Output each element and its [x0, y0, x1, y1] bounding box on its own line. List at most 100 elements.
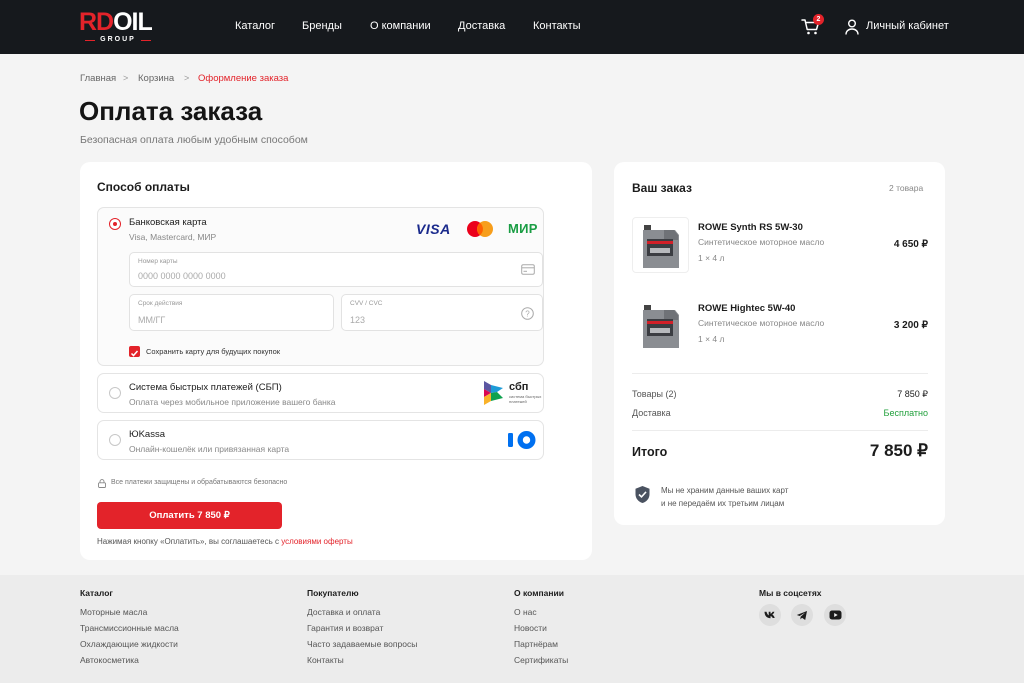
option-title: Банковская карта: [129, 217, 207, 228]
credit-card-icon: [521, 264, 535, 275]
option-title: ЮKassa: [129, 429, 166, 440]
visa-logo: VISA: [416, 221, 451, 237]
mir-logo: МИР: [508, 221, 538, 236]
footer-link[interactable]: Трансмиссионные масла: [80, 623, 179, 633]
logo-rd: RD: [79, 8, 114, 36]
save-card-checkbox[interactable]: [129, 346, 140, 357]
site-footer: Каталог Моторные масла Трансмиссионные м…: [0, 575, 1024, 683]
expiry-label: Срок действия: [138, 300, 183, 307]
payment-option-sbp[interactable]: Система быстрых платежей (СБП) Оплата че…: [97, 373, 544, 413]
footer-link[interactable]: Автокосметика: [80, 655, 139, 665]
sbp-mark-icon: [484, 381, 503, 405]
expiry-placeholder: ММ/ГГ: [138, 315, 166, 325]
breadcrumb-separator: >: [184, 73, 190, 83]
footer-link[interactable]: Новости: [514, 623, 547, 633]
footer-link[interactable]: Сертификаты: [514, 655, 568, 665]
site-header: RDOIL GROUP Каталог Бренды О компании До…: [0, 0, 1024, 54]
total-value: 7 850 ₽: [869, 441, 928, 460]
option-desc: Онлайн-кошелёк или привязанная карта: [129, 444, 290, 454]
footer-link[interactable]: Охлаждающие жидкости: [80, 639, 178, 649]
terms-link[interactable]: условиями оферты: [281, 537, 353, 546]
order-heading: Ваш заказ: [632, 181, 692, 195]
svg-text:?: ?: [525, 310, 530, 319]
radio-sbp[interactable]: [109, 387, 121, 399]
footer-link[interactable]: Доставка и оплата: [307, 607, 380, 617]
telegram-icon[interactable]: [791, 604, 813, 626]
nav-catalog[interactable]: Каталог: [235, 20, 275, 32]
expiry-field[interactable]: Срок действия ММ/ГГ: [129, 294, 334, 331]
user-icon[interactable]: [845, 19, 859, 35]
product-price: 3 200 ₽: [893, 320, 928, 331]
oil-canister-icon: [643, 225, 679, 268]
footer-link[interactable]: Моторные масла: [80, 607, 147, 617]
sbp-wordmark: сбп: [509, 381, 529, 393]
save-card-label: Сохранить карту для будущих покупок: [146, 347, 281, 356]
breadcrumb-checkout: Оформление заказа: [198, 73, 289, 84]
product-image: [632, 217, 689, 273]
page-title: Оплата заказа: [79, 96, 263, 126]
cvv-label: CVV / CVC: [350, 300, 383, 307]
security-note: Все платежи защищены и обрабатываются бе…: [111, 479, 288, 486]
product-desc: Синтетическое моторное масло: [698, 237, 825, 247]
footer-link[interactable]: Партнёрам: [514, 639, 558, 649]
goods-label: Товары (2): [632, 389, 677, 399]
nav-delivery[interactable]: Доставка: [458, 20, 505, 32]
rdoil-logo[interactable]: RDOIL GROUP: [79, 10, 159, 44]
payment-heading: Способ оплаты: [97, 180, 190, 194]
terms-prefix: Нажимая кнопку «Оплатить», вы соглашаете…: [97, 537, 279, 546]
nav-contacts[interactable]: Контакты: [533, 20, 581, 32]
divider: [632, 430, 928, 431]
order-item-count: 2 товара: [889, 183, 924, 193]
sbp-tagline: система быстрых платежей: [509, 394, 542, 404]
lock-icon: [98, 479, 106, 488]
logo-oil: OIL: [113, 8, 153, 36]
pay-button[interactable]: Оплатить 7 850 ₽: [97, 502, 282, 529]
footer-heading-company: О компании: [514, 588, 564, 598]
page-subtitle: Безопасная оплата любым удобным способом: [80, 134, 308, 146]
oil-canister-icon: [643, 305, 679, 348]
product-qty: 1 × 4 л: [698, 334, 725, 344]
divider: [632, 373, 928, 374]
option-desc: Оплата через мобильное приложение вашего…: [129, 397, 336, 407]
nav-about[interactable]: О компании: [370, 20, 431, 32]
payment-option-yookassa[interactable]: ЮKassa Онлайн-кошелёк или привязанная ка…: [97, 420, 544, 460]
option-desc: Visa, Mastercard, МИР: [129, 232, 217, 242]
youtube-icon[interactable]: [824, 604, 846, 626]
cvv-field[interactable]: CVV / CVC 123 ?: [341, 294, 543, 331]
footer-heading-buyer: Покупателю: [307, 588, 359, 598]
cart-count-badge: 2: [813, 14, 824, 25]
radio-bank-card[interactable]: [109, 218, 121, 230]
help-icon[interactable]: ?: [521, 307, 534, 320]
card-number-field[interactable]: Номер карты 0000 0000 0000 0000: [129, 252, 543, 287]
footer-link[interactable]: Часто задаваемые вопросы: [307, 639, 417, 649]
privacy-line-1: Мы не храним данные ваших карт: [661, 486, 789, 495]
product-price: 4 650 ₽: [893, 239, 928, 250]
nav-brands[interactable]: Бренды: [302, 20, 342, 32]
vk-icon[interactable]: [759, 604, 781, 626]
sbp-logo: сбп система быстрых платежей: [483, 380, 545, 408]
product-desc: Синтетическое моторное масло: [698, 318, 825, 328]
breadcrumb-separator: >: [123, 73, 129, 83]
breadcrumb-cart[interactable]: Корзина: [138, 73, 174, 84]
card-number-placeholder: 0000 0000 0000 0000: [138, 271, 226, 281]
footer-link[interactable]: Контакты: [307, 655, 344, 665]
breadcrumb-home[interactable]: Главная: [80, 73, 116, 84]
total-label: Итого: [632, 445, 668, 459]
checkmark-icon: [130, 350, 139, 357]
product-name: ROWE Synth RS 5W-30: [698, 222, 803, 233]
terms-text: Нажимая кнопку «Оплатить», вы соглашаете…: [97, 537, 353, 546]
logo-group: GROUP: [100, 36, 136, 43]
yookassa-logo: [508, 431, 536, 449]
product-qty: 1 × 4 л: [698, 253, 725, 263]
cvv-placeholder: 123: [350, 315, 366, 325]
footer-heading-social: Мы в соцсетях: [759, 588, 822, 598]
footer-link[interactable]: Гарантия и возврат: [307, 623, 383, 633]
radio-yookassa[interactable]: [109, 434, 121, 446]
account-link[interactable]: Личный кабинет: [866, 20, 949, 32]
mastercard-logo: [467, 221, 493, 237]
payment-method-card: Способ оплаты Банковская карта Visa, Mas…: [80, 162, 592, 560]
footer-link[interactable]: О нас: [514, 607, 537, 617]
card-number-label: Номер карты: [138, 258, 178, 265]
goods-value: 7 850 ₽: [897, 389, 928, 399]
payment-option-bank-card[interactable]: Банковская карта Visa, Mastercard, МИР V…: [97, 207, 544, 366]
